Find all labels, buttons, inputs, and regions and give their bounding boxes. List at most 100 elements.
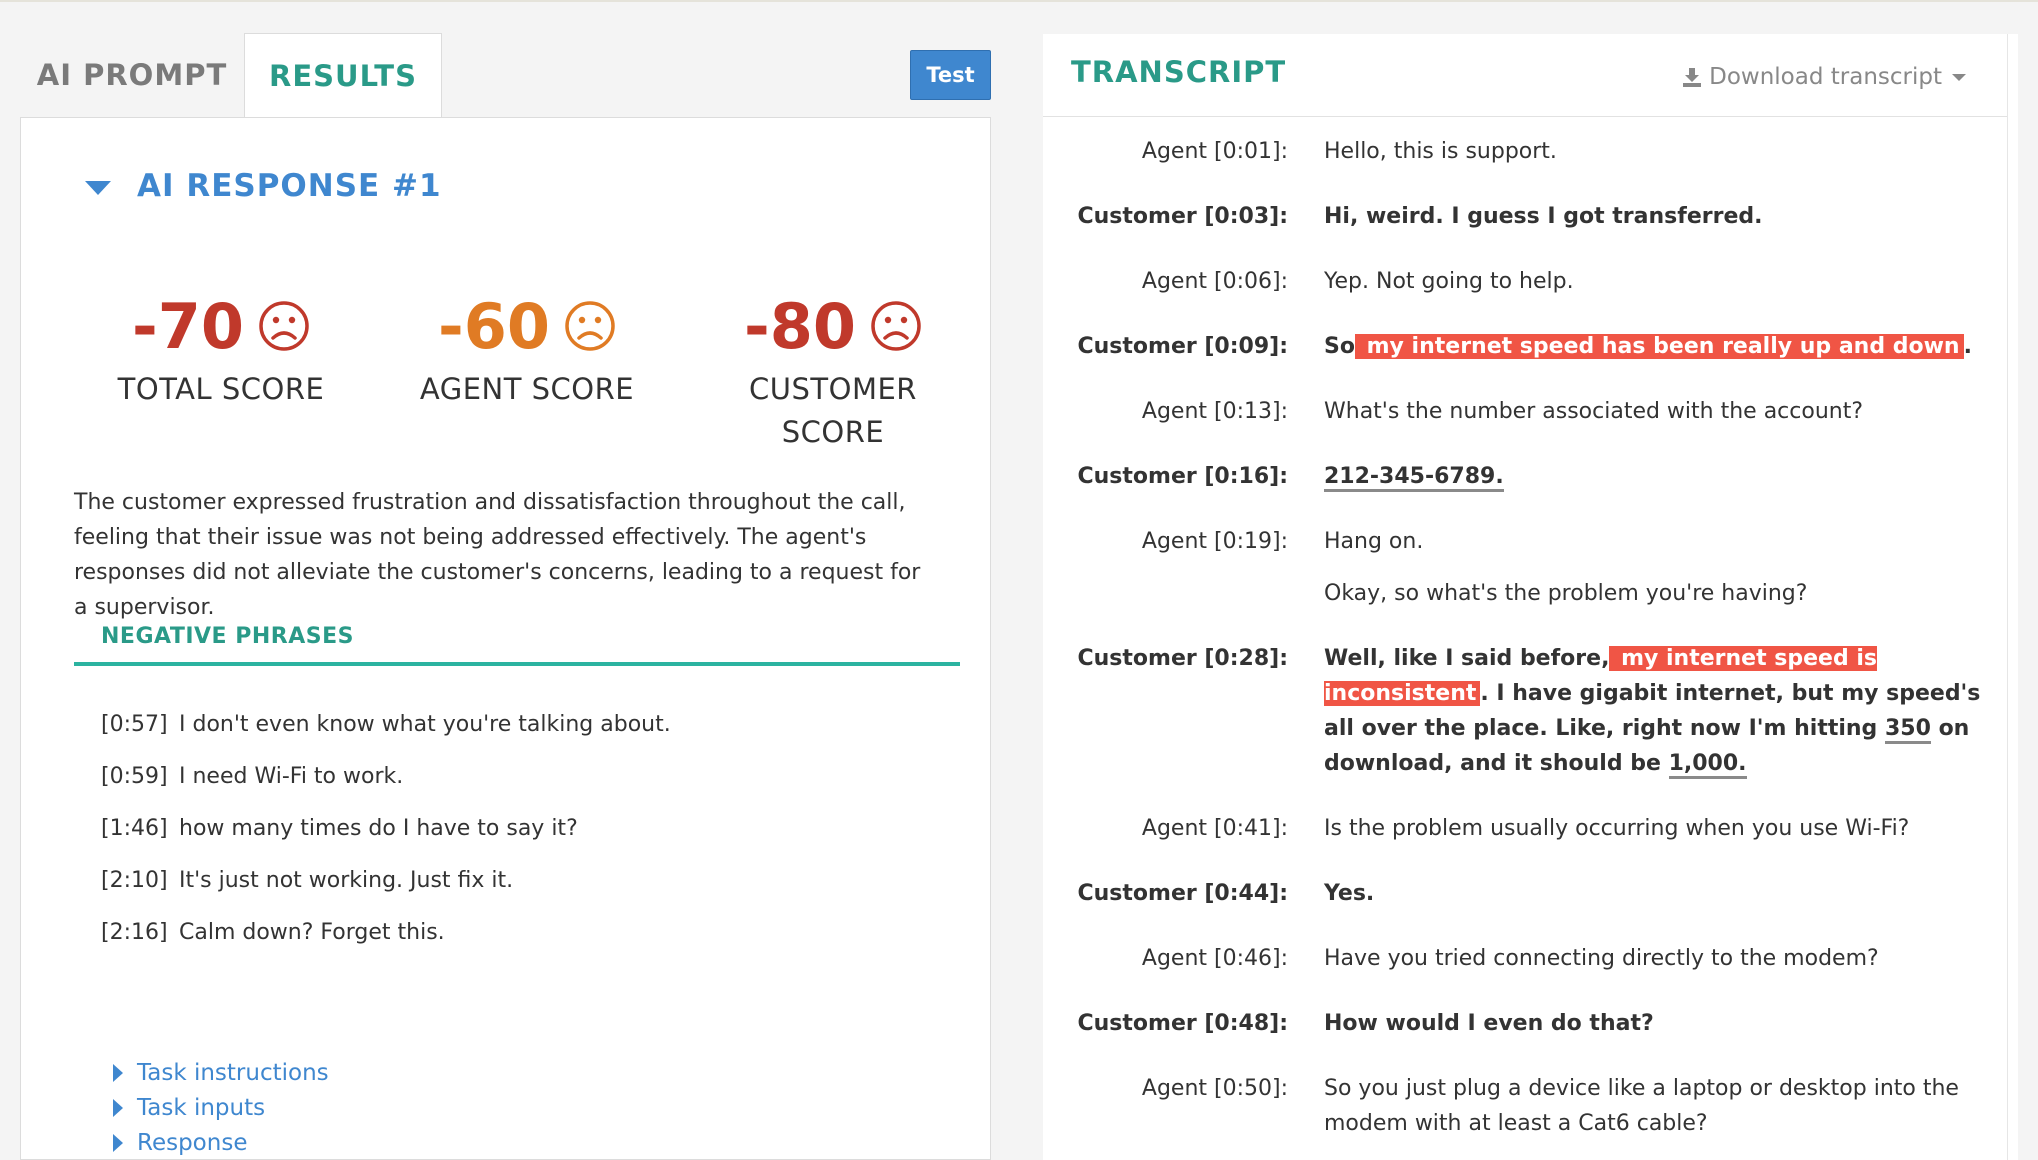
customer-score-value: -80 (743, 289, 856, 363)
speaker-label: Agent [0:06]: (1141, 269, 1288, 294)
frown-face-icon (565, 301, 615, 351)
transcript-line: Agent [0:41]: Is the problem usually occ… (1043, 811, 2003, 846)
download-icon (1683, 68, 1702, 87)
total-score-value: -70 (131, 289, 244, 363)
list-item: [1:46] how many times do I have to say i… (101, 802, 951, 854)
list-item: [2:16] Calm down? Forget this. (101, 906, 951, 958)
caret-right-icon (113, 1098, 123, 1117)
frown-face-icon (259, 301, 309, 351)
transcript-line: Customer [0:48]: How would I even do tha… (1043, 1006, 2003, 1041)
line-text: 212-345-6789. (1324, 459, 1994, 494)
agent-score-label: AGENT SCORE (419, 372, 635, 406)
chevron-down-icon (1952, 73, 1966, 81)
transcript-line: Agent [0:46]: Have you tried connecting … (1043, 941, 2003, 976)
scrollbar[interactable] (2007, 34, 2018, 1160)
phrase-time: [0:59] (101, 763, 168, 789)
speaker-label: Customer [0:03]: (1077, 204, 1288, 229)
transcript-line: Customer [0:03]: Hi, weird. I guess I go… (1043, 199, 2003, 234)
line-text: What's the number associated with the ac… (1324, 399, 1864, 424)
speaker-label: Customer [0:48]: (1077, 1011, 1288, 1036)
line-text: How would I even do that? (1324, 1011, 1654, 1036)
line-text: Hang on. (1324, 529, 1424, 554)
phrase-time: [0:57] (101, 711, 168, 737)
transcript-line: Okay, so what's the problem you're havin… (1043, 576, 2003, 611)
list-item: [0:57] I don't even know what you're tal… (101, 698, 951, 750)
speaker-label: Customer [0:16]: (1077, 464, 1288, 489)
download-transcript-button[interactable]: Download transcript (1681, 64, 1966, 90)
results-panel: AI PROMPT RESULTS Test AI RESPONSE #1 -7… (20, 33, 991, 1160)
phrase-text: It's just not working. Just fix it. (179, 867, 514, 893)
link-label: Task instructions (137, 1059, 329, 1086)
transcript-line: Agent [0:50]: So you just plug a device … (1043, 1071, 2003, 1141)
response-summary: The customer expressed frustration and d… (74, 490, 921, 620)
collapsible-links: Task instructions Task inputs Response (113, 1055, 329, 1160)
ai-response-title: AI RESPONSE #1 (137, 168, 442, 204)
link-label: Response (137, 1129, 248, 1156)
tab-bar: AI PROMPT RESULTS Test (20, 33, 991, 118)
agent-score-value: -60 (437, 289, 550, 363)
speaker-label: Agent [0:46]: (1141, 946, 1288, 971)
line-text: Yep. Not going to help. (1324, 269, 1574, 294)
phrase-text: how many times do I have to say it? (179, 815, 578, 841)
response-link[interactable]: Response (113, 1125, 329, 1160)
phrase-time: [2:10] (101, 867, 168, 893)
negative-phrases-list: [0:57] I don't even know what you're tal… (101, 698, 951, 958)
tab-results[interactable]: RESULTS (244, 33, 442, 118)
customer-score-label: CUSTOMER SCORE (749, 372, 917, 449)
transcript-line: Agent [0:13]: What's the number associat… (1043, 394, 2003, 429)
agent-score: -60 AGENT SCORE (372, 288, 682, 411)
transcript-line: Customer [0:09]: So my internet speed ha… (1043, 329, 2003, 364)
line-text: Yes. (1324, 881, 1375, 906)
download-transcript-label: Download transcript (1709, 64, 1942, 90)
transcript-line: Agent [0:01]: Hello, this is support. (1043, 134, 2003, 169)
speaker-label: Customer [0:44]: (1077, 881, 1288, 906)
line-text: Hi, weird. I guess I got transferred. (1324, 204, 1763, 229)
frown-face-icon (871, 301, 921, 351)
line-text: Is the problem usually occurring when yo… (1324, 816, 1910, 841)
transcript-title: TRANSCRIPT (1071, 55, 1287, 89)
results-body: AI RESPONSE #1 -70 TOTAL SCORE -60 AGENT… (20, 117, 991, 1160)
transcript-line: Agent [0:19]: Hang on. (1043, 524, 2003, 559)
top-border (0, 0, 2038, 2)
list-item: [0:59] I need Wi-Fi to work. (101, 750, 951, 802)
caret-right-icon (113, 1133, 123, 1152)
list-item: [2:10] It's just not working. Just fix i… (101, 854, 951, 906)
negative-phrases-header: NEGATIVE PHRASES (74, 608, 960, 666)
transcript-header: TRANSCRIPT Download transcript (1043, 34, 2018, 117)
speaker-label: Agent [0:41]: (1141, 816, 1288, 841)
test-button[interactable]: Test (910, 50, 991, 100)
speaker-label (1043, 576, 1288, 611)
transcript-list: Agent [0:01]: Hello, this is support. Cu… (1043, 134, 2003, 1141)
line-text: Hello, this is support. (1324, 139, 1557, 164)
line-text: Well, like I said before, my internet sp… (1324, 641, 1994, 781)
transcript-line: Customer [0:44]: Yes. (1043, 876, 2003, 911)
ai-response-toggle[interactable]: AI RESPONSE #1 (85, 164, 442, 208)
line-text: So my internet speed has been really up … (1324, 334, 1972, 359)
customer-score: -80 CUSTOMER SCORE (678, 288, 988, 454)
total-score: -70 TOTAL SCORE (66, 288, 376, 411)
negative-phrases-title: NEGATIVE PHRASES (101, 624, 354, 649)
sentiment-highlight: my internet speed has been really up and… (1354, 334, 1964, 359)
speaker-label: Customer [0:09]: (1077, 334, 1288, 359)
tab-ai-prompt[interactable]: AI PROMPT (20, 33, 244, 117)
entity-underline: 1,000. (1668, 751, 1747, 779)
speaker-label: Customer [0:28]: (1077, 646, 1288, 671)
task-instructions-link[interactable]: Task instructions (113, 1055, 329, 1090)
entity-underline: 350 (1884, 716, 1931, 744)
line-text: So you just plug a device like a laptop … (1324, 1076, 1959, 1136)
transcript-line: Agent [0:06]: Yep. Not going to help. (1043, 264, 2003, 299)
caret-right-icon (113, 1063, 123, 1082)
caret-down-icon (85, 181, 111, 195)
transcript-line: Customer [0:28]: Well, like I said befor… (1043, 641, 2003, 781)
phrase-text: I need Wi-Fi to work. (179, 763, 404, 789)
speaker-label: Agent [0:13]: (1141, 399, 1288, 424)
speaker-label: Agent [0:01]: (1141, 139, 1288, 164)
phrase-text: Calm down? Forget this. (179, 919, 445, 945)
phrase-text: I don't even know what you're talking ab… (179, 711, 671, 737)
phrase-time: [2:16] (101, 919, 168, 945)
phrase-time: [1:46] (101, 815, 168, 841)
transcript-line: Customer [0:16]: 212-345-6789. (1043, 459, 2003, 494)
total-score-label: TOTAL SCORE (117, 372, 325, 406)
task-inputs-link[interactable]: Task inputs (113, 1090, 329, 1125)
line-text: Okay, so what's the problem you're havin… (1324, 581, 1808, 606)
